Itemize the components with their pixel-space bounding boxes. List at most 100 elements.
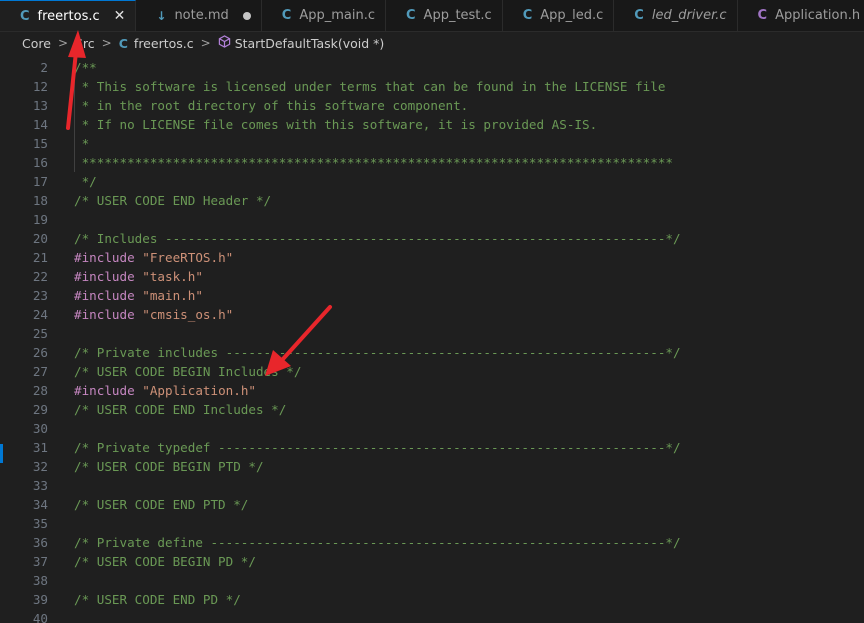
code-line[interactable]: 35 xyxy=(0,514,864,533)
code-text: /* Includes ----------------------------… xyxy=(74,229,681,248)
line-number: 36 xyxy=(32,535,48,550)
code-text: #include "Application.h" xyxy=(74,381,256,400)
token-comment: ****************************************… xyxy=(74,155,673,170)
code-text: * If no LICENSE file comes with this sof… xyxy=(74,115,598,134)
code-line[interactable]: 26 /* Private includes ------------------… xyxy=(0,343,864,362)
token-comment: /* Private define ----------------------… xyxy=(74,535,681,550)
line-number: 28 xyxy=(32,383,48,398)
code-line[interactable]: 17 */ xyxy=(0,172,864,191)
code-line[interactable]: 40 xyxy=(0,609,864,623)
code-line[interactable]: 38 xyxy=(0,571,864,590)
c-file-icon: C xyxy=(757,8,768,23)
unsaved-dot-icon[interactable] xyxy=(242,11,251,20)
code-line[interactable]: 21 #include "FreeRTOS.h" xyxy=(0,248,864,267)
method-cube-icon xyxy=(218,34,231,52)
token-comment: /* Private includes --------------------… xyxy=(74,345,681,360)
code-line[interactable]: 22 #include "task.h" xyxy=(0,267,864,286)
chevron-right-icon: > xyxy=(200,36,211,50)
code-editor[interactable]: 2 /** 12 * This software is licensed under… xyxy=(0,60,864,623)
c-file-icon: C xyxy=(634,8,644,23)
code-text: #include "cmsis_os.h" xyxy=(74,305,233,324)
line-number: 19 xyxy=(32,212,48,227)
breadcrumb-file[interactable]: freertos.c xyxy=(134,36,194,51)
code-text: * in the root directory of this software… xyxy=(74,96,469,115)
c-file-icon: C xyxy=(281,8,292,23)
line-number: 14 xyxy=(32,117,48,132)
token-comment: * xyxy=(74,136,90,151)
code-line[interactable]: 36 /* Private define --------------------… xyxy=(0,533,864,552)
code-line[interactable]: 23 #include "main.h" xyxy=(0,286,864,305)
editor-tab-bar: Cfreertos.c ✕ ↓ note.md C App_main.c C App_test… xyxy=(0,0,864,32)
line-number: 38 xyxy=(32,573,48,588)
c-file-icon: C xyxy=(20,8,30,24)
line-number: 32 xyxy=(32,459,48,474)
code-line[interactable]: 29 /* USER CODE END Includes */ xyxy=(0,400,864,419)
code-line[interactable]: 39 /* USER CODE END PD */ xyxy=(0,590,864,609)
token-keyword: #include xyxy=(74,269,135,284)
tab-note-md[interactable]: ↓ note.md xyxy=(136,0,262,31)
line-number: 31 xyxy=(32,440,48,455)
code-line[interactable]: 19 xyxy=(0,210,864,229)
token-keyword: #include xyxy=(74,307,135,322)
breadcrumb-core[interactable]: Core xyxy=(22,36,51,51)
code-line[interactable]: 14 * If no LICENSE file comes with this … xyxy=(0,115,864,134)
code-line[interactable]: 13 * in the root directory of this softw… xyxy=(0,96,864,115)
code-text: /* Private includes --------------------… xyxy=(74,343,681,362)
tab-app-test-c[interactable]: C App_test.c xyxy=(386,0,503,31)
tab-application-h[interactable]: C Application.h xyxy=(738,0,864,31)
code-line[interactable]: 25 xyxy=(0,324,864,343)
tab-label: App_main.c xyxy=(299,8,375,23)
c-file-icon: C xyxy=(406,8,416,23)
code-line[interactable]: 30 xyxy=(0,419,864,438)
line-number: 33 xyxy=(32,478,48,493)
tab-label: freertos.c xyxy=(37,8,100,24)
code-line[interactable]: 2 /** xyxy=(0,60,864,77)
token-comment: * This software is licensed under terms … xyxy=(74,79,666,94)
code-line[interactable]: 31 /* Private typedef -------------------… xyxy=(0,438,864,457)
token-comment: /* USER CODE END Includes */ xyxy=(74,402,287,417)
code-line[interactable]: 33 xyxy=(0,476,864,495)
code-line[interactable]: 37 /* USER CODE BEGIN PD */ xyxy=(0,552,864,571)
line-number: 20 xyxy=(32,231,48,246)
tab-app-led-c[interactable]: C App_led.c xyxy=(503,0,615,31)
tab-freertos-c[interactable]: Cfreertos.c ✕ xyxy=(0,0,137,31)
code-text: /* Private define ----------------------… xyxy=(74,533,681,552)
line-number: 16 xyxy=(32,155,48,170)
close-icon[interactable]: ✕ xyxy=(114,8,126,24)
token-string: "Application.h" xyxy=(142,383,256,398)
breadcrumb-symbol[interactable]: StartDefaultTask(void *) xyxy=(235,36,385,51)
code-line[interactable]: 15 * xyxy=(0,134,864,153)
code-line[interactable]: 16 *************************************… xyxy=(0,153,864,172)
code-text: * xyxy=(74,134,90,153)
tab-label: note.md xyxy=(174,8,229,23)
tab-led-driver-c[interactable]: Cled_driver.c xyxy=(614,0,738,31)
line-number: 35 xyxy=(32,516,48,531)
line-number: 34 xyxy=(32,497,48,512)
c-file-icon: C xyxy=(522,8,533,23)
line-number: 40 xyxy=(32,611,48,623)
code-line[interactable]: 12 * This software is licensed under ter… xyxy=(0,77,864,96)
code-line[interactable]: 27 /* USER CODE BEGIN Includes */ xyxy=(0,362,864,381)
line-number: 17 xyxy=(32,174,48,189)
token-string: "cmsis_os.h" xyxy=(142,307,234,322)
code-text: /** xyxy=(74,60,97,77)
tab-app-main-c[interactable]: C App_main.c xyxy=(262,0,386,31)
code-line[interactable]: 28 #include "Application.h" xyxy=(0,381,864,400)
code-text: #include "main.h" xyxy=(74,286,203,305)
token-comment: * If no LICENSE file comes with this sof… xyxy=(74,117,598,132)
tab-label: App_test.c xyxy=(423,8,492,23)
line-number: 2 xyxy=(40,60,48,75)
code-text: ****************************************… xyxy=(74,153,673,172)
code-line[interactable]: 24 #include "cmsis_os.h" xyxy=(0,305,864,324)
code-line[interactable]: 32 /* USER CODE BEGIN PTD */ xyxy=(0,457,864,476)
code-line[interactable]: 20 /* Includes --------------------------… xyxy=(0,229,864,248)
code-line[interactable]: 18 /* USER CODE END Header */ xyxy=(0,191,864,210)
line-number: 25 xyxy=(32,326,48,341)
token-keyword: #include xyxy=(74,250,135,265)
code-text: /* USER CODE END Header */ xyxy=(74,191,271,210)
code-text: /* Private typedef ---------------------… xyxy=(74,438,681,457)
code-line[interactable]: 34 /* USER CODE END PTD */ xyxy=(0,495,864,514)
code-text: #include "FreeRTOS.h" xyxy=(74,248,233,267)
breadcrumb-src[interactable]: Src xyxy=(75,36,95,51)
token-comment: /* USER CODE END Header */ xyxy=(74,193,272,208)
